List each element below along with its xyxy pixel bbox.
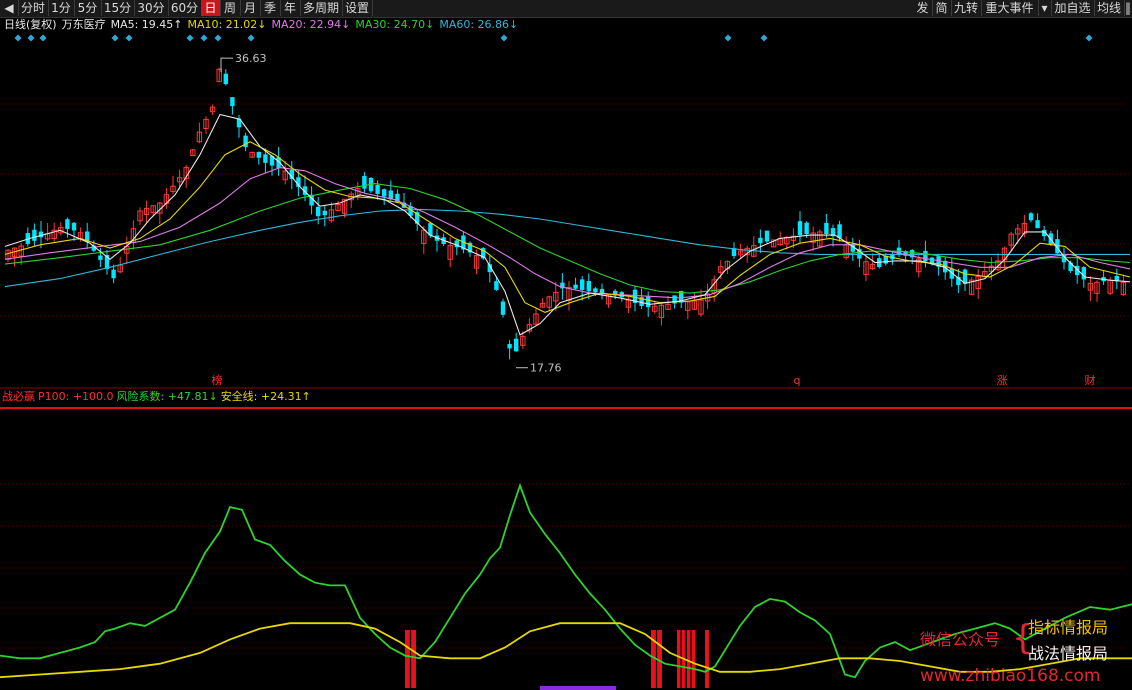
stock-chart-svg[interactable]: 36.63 17.76 榜 q 涨 财 bbox=[0, 0, 1132, 690]
risk-coefficient-label: 风险系数: +47.81↓ bbox=[116, 390, 218, 403]
indicator-name-label: 战必赢 bbox=[2, 390, 35, 403]
signal-bar bbox=[692, 630, 696, 688]
high-marker-line bbox=[220, 57, 233, 73]
candle-body bbox=[1035, 220, 1040, 229]
signal-diamond-icon bbox=[125, 34, 133, 42]
signal-diamond-icon bbox=[111, 34, 119, 42]
event-marker-label: 财 bbox=[1085, 373, 1096, 387]
candle-body bbox=[1028, 213, 1034, 221]
watermark-wechat: 微信公众号 bbox=[920, 630, 1001, 649]
candle-body bbox=[230, 97, 235, 107]
watermark-site: www.zhibiao168.com bbox=[920, 666, 1101, 686]
signal-diamond-icon bbox=[200, 34, 208, 42]
indicator-info-bar: 战必赢 P100: +100.0 风险系数: +47.81↓ 安全线: +24.31↑ bbox=[2, 390, 314, 404]
candle-body bbox=[764, 230, 770, 242]
watermark-name-1: 指标情报局 bbox=[1028, 618, 1109, 637]
time-scroll-marker bbox=[540, 686, 616, 690]
candle-body bbox=[500, 301, 506, 315]
candle-body bbox=[514, 338, 519, 352]
high-price-label: 36.63 bbox=[235, 52, 267, 65]
signal-diamond-icon bbox=[14, 34, 22, 42]
candle-body bbox=[758, 237, 763, 244]
candle-body bbox=[32, 229, 37, 241]
watermark-name-2: 战法情报局 bbox=[1028, 644, 1109, 663]
event-marker-label: q bbox=[794, 374, 801, 387]
candle-body bbox=[316, 206, 321, 217]
candle-body bbox=[507, 344, 512, 349]
candle-body bbox=[65, 219, 70, 229]
candle-body bbox=[263, 154, 268, 163]
candle-body bbox=[837, 224, 842, 239]
candle-body bbox=[223, 73, 228, 85]
event-marker-label: 榜 bbox=[212, 373, 223, 387]
signal-bar bbox=[677, 630, 681, 688]
candle-body bbox=[362, 175, 367, 189]
ma10-line bbox=[4, 141, 1131, 313]
p100-label: P100: +100.0 bbox=[38, 390, 114, 403]
ma5-line bbox=[4, 113, 1131, 336]
candle-body bbox=[797, 221, 803, 236]
signal-diamond-icon bbox=[500, 34, 508, 42]
candle-body bbox=[593, 288, 598, 293]
safety-line-label: 安全线: +24.31↑ bbox=[220, 390, 311, 403]
candle-body bbox=[111, 269, 116, 279]
ma20-line bbox=[4, 167, 1131, 299]
candle-body bbox=[494, 281, 499, 290]
candle-body bbox=[382, 189, 387, 197]
signal-diamond-icon bbox=[27, 34, 35, 42]
signal-diamond-icon bbox=[760, 34, 768, 42]
candle-body bbox=[573, 284, 578, 289]
candle-body bbox=[923, 250, 928, 262]
signal-diamond-icon bbox=[1085, 34, 1093, 42]
signal-diamond-icon bbox=[39, 34, 47, 42]
candle-body bbox=[804, 222, 809, 235]
candle-body bbox=[646, 296, 651, 308]
candle-body bbox=[824, 222, 829, 234]
candle-body bbox=[38, 231, 44, 238]
candle-body bbox=[375, 184, 380, 194]
signal-bar bbox=[705, 630, 709, 688]
signal-bar bbox=[687, 630, 691, 688]
signal-diamond-icon bbox=[724, 34, 732, 42]
low-price-label: 17.76 bbox=[530, 362, 562, 375]
candle-body bbox=[322, 210, 327, 216]
signal-diamond-icon bbox=[186, 34, 194, 42]
signal-diamond-icon bbox=[214, 34, 222, 42]
candle-body bbox=[98, 255, 103, 260]
signal-diamond-icon bbox=[247, 34, 255, 42]
ma30-line bbox=[4, 183, 1131, 294]
event-marker-label: 涨 bbox=[997, 374, 1008, 387]
candle-body bbox=[71, 222, 77, 231]
ma60-line bbox=[4, 208, 1130, 288]
candle-body bbox=[580, 279, 585, 290]
candle-body bbox=[586, 281, 591, 292]
candle-body bbox=[256, 151, 261, 158]
